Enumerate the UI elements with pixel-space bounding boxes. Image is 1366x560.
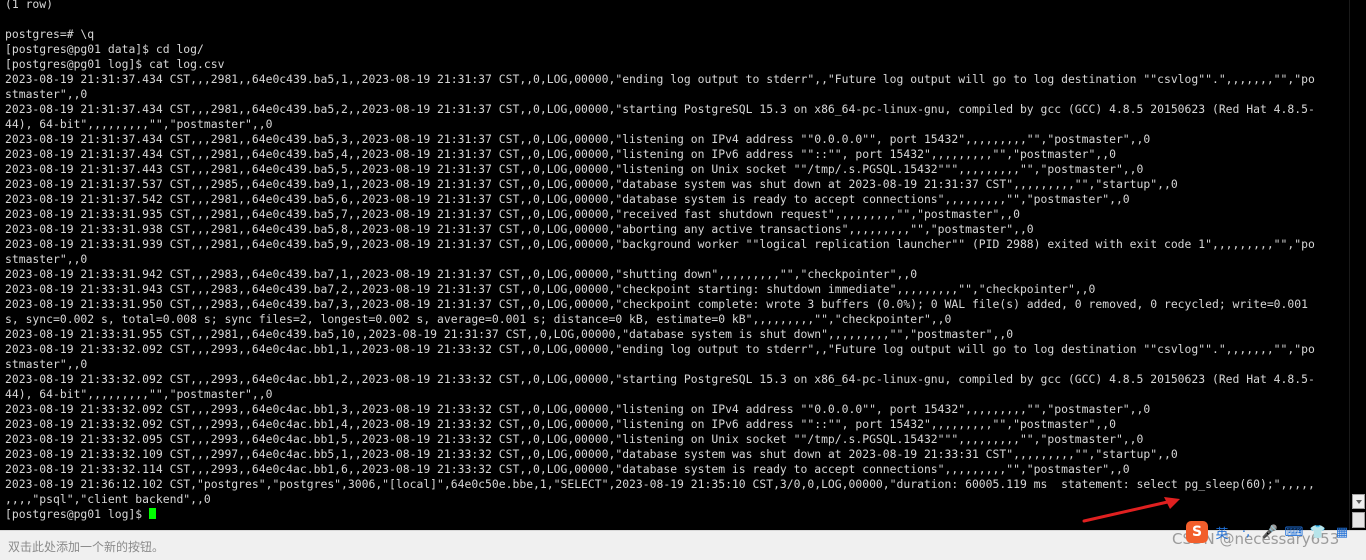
ime-toolbar[interactable]: S 英 ·, 🎤 ⌨ 👕 ▦ <box>1186 520 1351 544</box>
quick-button-hint[interactable]: 双击此处添加一个新的按钮。 <box>8 538 164 555</box>
scroll-down-arrow-icon[interactable] <box>1352 494 1365 509</box>
terminal-line: 2023-08-19 21:33:31.943 CST,,,2983,,64e0… <box>5 282 1096 296</box>
terminal-line: postgres=# \q <box>5 27 95 41</box>
terminal-line: (1 row) <box>5 0 54 11</box>
skin-icon[interactable]: 👕 <box>1309 523 1327 541</box>
terminal-lines: (1 row) postgres=# \q [postgres@pg01 data]… <box>5 0 1345 522</box>
keyboard-icon[interactable]: ⌨ <box>1285 523 1304 541</box>
toolbox-icon[interactable]: ▦ <box>1333 523 1351 541</box>
terminal-line: 2023-08-19 21:31:37.434 CST,,,2981,,64e0… <box>5 132 1151 146</box>
terminal-output[interactable]: (1 row) postgres=# \q [postgres@pg01 data]… <box>0 0 1349 530</box>
chinese-mode-icon[interactable]: 英 <box>1213 523 1231 542</box>
terminal-line: 2023-08-19 21:33:31.942 CST,,,2983,,64e0… <box>5 267 918 281</box>
terminal-line: 2023-08-19 21:33:32.095 CST,,,2993,,64e0… <box>5 432 1144 446</box>
terminal-line: [postgres@pg01 log]$ cat log.csv <box>5 57 225 71</box>
vertical-scrollbar[interactable] <box>1349 0 1366 530</box>
terminal-line: [postgres@pg01 data]$ cd log/ <box>5 42 204 56</box>
scroll-thumb[interactable] <box>1352 512 1365 528</box>
terminal-line: 2023-08-19 21:33:31.938 CST,,,2981,,64e0… <box>5 222 1034 236</box>
terminal-line: 2023-08-19 21:31:37.434 CST,,,2981,,64e0… <box>5 102 1315 116</box>
shell-prompt: [postgres@pg01 log]$ <box>5 507 150 521</box>
terminal-line: 2023-08-19 21:31:37.443 CST,,,2981,,64e0… <box>5 162 1144 176</box>
terminal-line: 2023-08-19 21:31:37.434 CST,,,2981,,64e0… <box>5 72 1315 86</box>
terminal-line: 2023-08-19 21:31:37.542 CST,,,2981,,64e0… <box>5 192 1130 206</box>
terminal-line: 2023-08-19 21:36:12.102 CST,"postgres","… <box>5 477 1315 491</box>
terminal-line: 44), 64-bit",,,,,,,,,"","postmaster",,0 <box>5 387 273 401</box>
terminal-line: 2023-08-19 21:31:37.434 CST,,,2981,,64e0… <box>5 147 1116 161</box>
terminal-prompt-line[interactable]: [postgres@pg01 log]$ <box>5 507 1345 522</box>
terminal-line: 2023-08-19 21:33:32.109 CST,,,2997,,64e0… <box>5 447 1178 461</box>
sogou-ime-logo-icon[interactable]: S <box>1186 521 1208 543</box>
terminal-line: 44), 64-bit",,,,,,,,,"","postmaster",,0 <box>5 117 273 131</box>
terminal-line: 2023-08-19 21:33:31.950 CST,,,2983,,64e0… <box>5 297 1308 311</box>
terminal-line: 2023-08-19 21:33:32.092 CST,,,2993,,64e0… <box>5 402 1151 416</box>
terminal-line: stmaster",,0 <box>5 252 88 266</box>
terminal-line: ,,,,"psql","client backend",,0 <box>5 492 211 506</box>
punctuation-icon[interactable]: ·, <box>1237 523 1255 541</box>
text-cursor <box>149 508 157 519</box>
terminal-line: 2023-08-19 21:33:31.955 CST,,,2981,,64e0… <box>5 327 1014 341</box>
microphone-icon[interactable]: 🎤 <box>1261 523 1279 541</box>
terminal-line: s, sync=0.002 s, total=0.008 s; sync fil… <box>5 312 952 326</box>
terminal-line: 2023-08-19 21:31:37.537 CST,,,2985,,64e0… <box>5 177 1178 191</box>
terminal-line: 2023-08-19 21:33:32.092 CST,,,2993,,64e0… <box>5 372 1315 386</box>
terminal-line: 2023-08-19 21:33:31.935 CST,,,2981,,64e0… <box>5 207 1020 221</box>
terminal-line: stmaster",,0 <box>5 357 88 371</box>
terminal-window: (1 row) postgres=# \q [postgres@pg01 data]… <box>0 0 1366 560</box>
terminal-line: 2023-08-19 21:33:32.114 CST,,,2993,,64e0… <box>5 462 1130 476</box>
terminal-line: 2023-08-19 21:33:32.092 CST,,,2993,,64e0… <box>5 342 1315 356</box>
quick-button-bar[interactable]: 双击此处添加一个新的按钮。 <box>0 530 1366 560</box>
terminal-line: stmaster",,0 <box>5 87 88 101</box>
terminal-line: 2023-08-19 21:33:32.092 CST,,,2993,,64e0… <box>5 417 1116 431</box>
terminal-line: 2023-08-19 21:33:31.939 CST,,,2981,,64e0… <box>5 237 1315 251</box>
